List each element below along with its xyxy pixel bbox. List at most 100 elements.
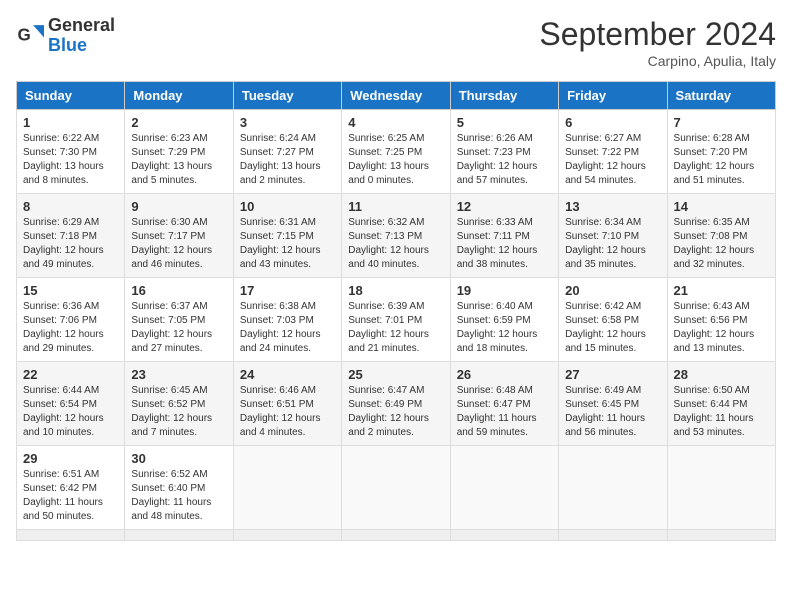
- calendar-table: Sunday Monday Tuesday Wednesday Thursday…: [16, 81, 776, 541]
- day-number: 16: [131, 283, 226, 298]
- day-info: Sunrise: 6:39 AM Sunset: 7:01 PM Dayligh…: [348, 300, 443, 356]
- calendar-cell-r3-c4: 18 Sunrise: 6:39 AM Sunset: 7:01 PM Dayl…: [342, 278, 450, 362]
- day-info: Sunrise: 6:42 AM Sunset: 6:58 PM Dayligh…: [565, 300, 660, 356]
- day-info: Sunrise: 6:43 AM Sunset: 6:56 PM Dayligh…: [674, 300, 769, 356]
- day-number: 23: [131, 367, 226, 382]
- calendar-cell-r6-c7: [667, 530, 775, 541]
- col-wednesday: Wednesday: [342, 82, 450, 110]
- day-info: Sunrise: 6:36 AM Sunset: 7:06 PM Dayligh…: [23, 300, 118, 356]
- day-number: 18: [348, 283, 443, 298]
- calendar-cell-r2-c2: 9 Sunrise: 6:30 AM Sunset: 7:17 PM Dayli…: [125, 194, 233, 278]
- day-info: Sunrise: 6:52 AM Sunset: 6:40 PM Dayligh…: [131, 468, 226, 524]
- calendar-cell-r4-c7: 28 Sunrise: 6:50 AM Sunset: 6:44 PM Dayl…: [667, 362, 775, 446]
- calendar-cell-r2-c3: 10 Sunrise: 6:31 AM Sunset: 7:15 PM Dayl…: [233, 194, 341, 278]
- logo-general: General: [48, 15, 115, 35]
- day-number: 28: [674, 367, 769, 382]
- logo-icon: G: [16, 22, 44, 50]
- calendar-cell-r6-c5: [450, 530, 558, 541]
- calendar-cell-r3-c2: 16 Sunrise: 6:37 AM Sunset: 7:05 PM Dayl…: [125, 278, 233, 362]
- calendar-cell-r1-c5: 5 Sunrise: 6:26 AM Sunset: 7:23 PM Dayli…: [450, 110, 558, 194]
- calendar-row-3: 15 Sunrise: 6:36 AM Sunset: 7:06 PM Dayl…: [17, 278, 776, 362]
- calendar-cell-r5-c6: [559, 446, 667, 530]
- calendar-row-6: [17, 530, 776, 541]
- svg-text:G: G: [18, 25, 31, 44]
- calendar-cell-r1-c2: 2 Sunrise: 6:23 AM Sunset: 7:29 PM Dayli…: [125, 110, 233, 194]
- day-info: Sunrise: 6:46 AM Sunset: 6:51 PM Dayligh…: [240, 384, 335, 440]
- day-number: 30: [131, 451, 226, 466]
- calendar-cell-r1-c3: 3 Sunrise: 6:24 AM Sunset: 7:27 PM Dayli…: [233, 110, 341, 194]
- calendar-cell-r4-c4: 25 Sunrise: 6:47 AM Sunset: 6:49 PM Dayl…: [342, 362, 450, 446]
- day-number: 2: [131, 115, 226, 130]
- calendar-cell-r1-c4: 4 Sunrise: 6:25 AM Sunset: 7:25 PM Dayli…: [342, 110, 450, 194]
- calendar-cell-r4-c6: 27 Sunrise: 6:49 AM Sunset: 6:45 PM Dayl…: [559, 362, 667, 446]
- calendar-row-2: 8 Sunrise: 6:29 AM Sunset: 7:18 PM Dayli…: [17, 194, 776, 278]
- page-header: G General Blue September 2024 Carpino, A…: [16, 16, 776, 69]
- day-info: Sunrise: 6:22 AM Sunset: 7:30 PM Dayligh…: [23, 132, 118, 188]
- calendar-cell-r4-c2: 23 Sunrise: 6:45 AM Sunset: 6:52 PM Dayl…: [125, 362, 233, 446]
- calendar-cell-r4-c1: 22 Sunrise: 6:44 AM Sunset: 6:54 PM Dayl…: [17, 362, 125, 446]
- calendar-cell-r2-c7: 14 Sunrise: 6:35 AM Sunset: 7:08 PM Dayl…: [667, 194, 775, 278]
- day-number: 21: [674, 283, 769, 298]
- calendar-cell-r3-c7: 21 Sunrise: 6:43 AM Sunset: 6:56 PM Dayl…: [667, 278, 775, 362]
- col-friday: Friday: [559, 82, 667, 110]
- col-thursday: Thursday: [450, 82, 558, 110]
- day-number: 24: [240, 367, 335, 382]
- calendar-cell-r2-c6: 13 Sunrise: 6:34 AM Sunset: 7:10 PM Dayl…: [559, 194, 667, 278]
- day-info: Sunrise: 6:27 AM Sunset: 7:22 PM Dayligh…: [565, 132, 660, 188]
- day-number: 13: [565, 199, 660, 214]
- day-info: Sunrise: 6:26 AM Sunset: 7:23 PM Dayligh…: [457, 132, 552, 188]
- calendar-cell-r1-c1: 1 Sunrise: 6:22 AM Sunset: 7:30 PM Dayli…: [17, 110, 125, 194]
- day-info: Sunrise: 6:49 AM Sunset: 6:45 PM Dayligh…: [565, 384, 660, 440]
- day-number: 7: [674, 115, 769, 130]
- calendar-header-row: Sunday Monday Tuesday Wednesday Thursday…: [17, 82, 776, 110]
- title-block: September 2024 Carpino, Apulia, Italy: [539, 16, 776, 69]
- calendar-cell-r6-c1: [17, 530, 125, 541]
- location: Carpino, Apulia, Italy: [539, 53, 776, 69]
- calendar-cell-r3-c3: 17 Sunrise: 6:38 AM Sunset: 7:03 PM Dayl…: [233, 278, 341, 362]
- day-number: 10: [240, 199, 335, 214]
- day-info: Sunrise: 6:48 AM Sunset: 6:47 PM Dayligh…: [457, 384, 552, 440]
- calendar-row-1: 1 Sunrise: 6:22 AM Sunset: 7:30 PM Dayli…: [17, 110, 776, 194]
- calendar-cell-r6-c6: [559, 530, 667, 541]
- day-info: Sunrise: 6:34 AM Sunset: 7:10 PM Dayligh…: [565, 216, 660, 272]
- day-info: Sunrise: 6:33 AM Sunset: 7:11 PM Dayligh…: [457, 216, 552, 272]
- calendar-cell-r2-c5: 12 Sunrise: 6:33 AM Sunset: 7:11 PM Dayl…: [450, 194, 558, 278]
- calendar-cell-r1-c6: 6 Sunrise: 6:27 AM Sunset: 7:22 PM Dayli…: [559, 110, 667, 194]
- calendar-cell-r3-c6: 20 Sunrise: 6:42 AM Sunset: 6:58 PM Dayl…: [559, 278, 667, 362]
- calendar-cell-r5-c3: [233, 446, 341, 530]
- calendar-cell-r3-c5: 19 Sunrise: 6:40 AM Sunset: 6:59 PM Dayl…: [450, 278, 558, 362]
- day-info: Sunrise: 6:38 AM Sunset: 7:03 PM Dayligh…: [240, 300, 335, 356]
- day-number: 9: [131, 199, 226, 214]
- day-number: 1: [23, 115, 118, 130]
- calendar-cell-r5-c7: [667, 446, 775, 530]
- calendar-cell-r2-c4: 11 Sunrise: 6:32 AM Sunset: 7:13 PM Dayl…: [342, 194, 450, 278]
- col-saturday: Saturday: [667, 82, 775, 110]
- col-tuesday: Tuesday: [233, 82, 341, 110]
- day-number: 12: [457, 199, 552, 214]
- calendar-cell-r5-c1: 29 Sunrise: 6:51 AM Sunset: 6:42 PM Dayl…: [17, 446, 125, 530]
- day-info: Sunrise: 6:32 AM Sunset: 7:13 PM Dayligh…: [348, 216, 443, 272]
- day-info: Sunrise: 6:45 AM Sunset: 6:52 PM Dayligh…: [131, 384, 226, 440]
- day-info: Sunrise: 6:24 AM Sunset: 7:27 PM Dayligh…: [240, 132, 335, 188]
- day-info: Sunrise: 6:29 AM Sunset: 7:18 PM Dayligh…: [23, 216, 118, 272]
- month-title: September 2024: [539, 16, 776, 53]
- day-info: Sunrise: 6:28 AM Sunset: 7:20 PM Dayligh…: [674, 132, 769, 188]
- day-info: Sunrise: 6:30 AM Sunset: 7:17 PM Dayligh…: [131, 216, 226, 272]
- day-number: 15: [23, 283, 118, 298]
- calendar-cell-r6-c4: [342, 530, 450, 541]
- day-number: 6: [565, 115, 660, 130]
- day-number: 4: [348, 115, 443, 130]
- logo: G General Blue: [16, 16, 115, 56]
- calendar-cell-r1-c7: 7 Sunrise: 6:28 AM Sunset: 7:20 PM Dayli…: [667, 110, 775, 194]
- day-info: Sunrise: 6:44 AM Sunset: 6:54 PM Dayligh…: [23, 384, 118, 440]
- day-info: Sunrise: 6:51 AM Sunset: 6:42 PM Dayligh…: [23, 468, 118, 524]
- logo-blue: Blue: [48, 35, 87, 55]
- day-number: 20: [565, 283, 660, 298]
- day-info: Sunrise: 6:35 AM Sunset: 7:08 PM Dayligh…: [674, 216, 769, 272]
- calendar-cell-r3-c1: 15 Sunrise: 6:36 AM Sunset: 7:06 PM Dayl…: [17, 278, 125, 362]
- calendar-cell-r6-c3: [233, 530, 341, 541]
- day-number: 14: [674, 199, 769, 214]
- col-sunday: Sunday: [17, 82, 125, 110]
- day-number: 27: [565, 367, 660, 382]
- day-info: Sunrise: 6:47 AM Sunset: 6:49 PM Dayligh…: [348, 384, 443, 440]
